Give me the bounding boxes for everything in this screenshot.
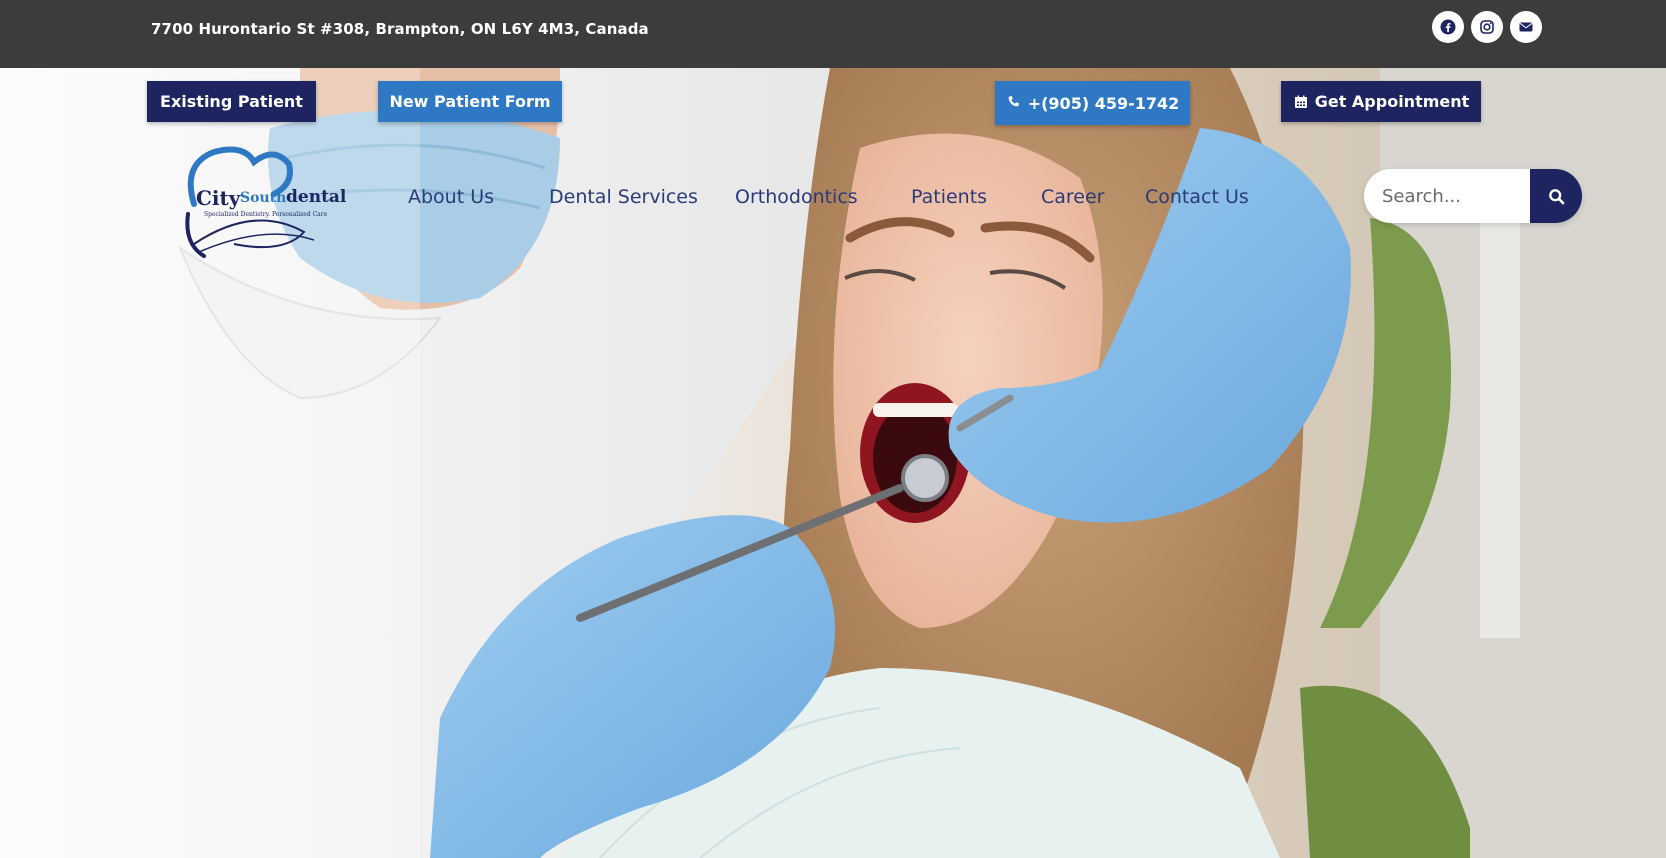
phone-icon [1008, 96, 1019, 107]
nav-item-dental-services[interactable]: Dental Services [549, 186, 698, 208]
new-patient-form-button[interactable]: New Patient Form [378, 81, 562, 122]
existing-patient-button[interactable]: Existing Patient [147, 81, 316, 122]
city-south-dental-logo[interactable]: City South dental Specialized Dentistry.… [174, 144, 346, 262]
search-button[interactable] [1530, 169, 1582, 223]
top-bar: 7700 Hurontario St #308, Brampton, ON L6… [0, 0, 1666, 68]
get-appointment-button[interactable]: Get Appointment [1281, 81, 1481, 122]
nav-item-career[interactable]: Career [1041, 186, 1105, 208]
search-input[interactable] [1364, 169, 1530, 223]
nav-item-patients[interactable]: Patients [911, 186, 987, 208]
phone-label: +(905) 459-1742 [1027, 93, 1180, 113]
facebook-icon[interactable] [1432, 11, 1464, 43]
logo-text-south: South [240, 190, 287, 206]
nav-item-contact-us[interactable]: Contact Us [1145, 186, 1249, 208]
phone-button[interactable]: +(905) 459-1742 [995, 81, 1190, 125]
search-icon [1548, 188, 1564, 204]
get-appointment-label: Get Appointment [1314, 92, 1470, 111]
search-bar [1364, 169, 1582, 223]
nav-item-about-us[interactable]: About Us [408, 186, 494, 208]
new-patient-form-label: New Patient Form [389, 92, 551, 111]
instagram-icon[interactable] [1471, 11, 1503, 43]
logo-text-dental: dental [286, 187, 347, 207]
logo-text-city: City [196, 186, 241, 210]
existing-patient-label: Existing Patient [160, 92, 303, 111]
logo-tagline: Specialized Dentistry. Personalized Care [204, 211, 328, 218]
address-text: 7700 Hurontario St #308, Brampton, ON L6… [151, 20, 649, 38]
calendar-icon [1294, 95, 1307, 108]
envelope-icon[interactable] [1510, 11, 1542, 43]
nav-item-orthodontics[interactable]: Orthodontics [735, 186, 858, 208]
